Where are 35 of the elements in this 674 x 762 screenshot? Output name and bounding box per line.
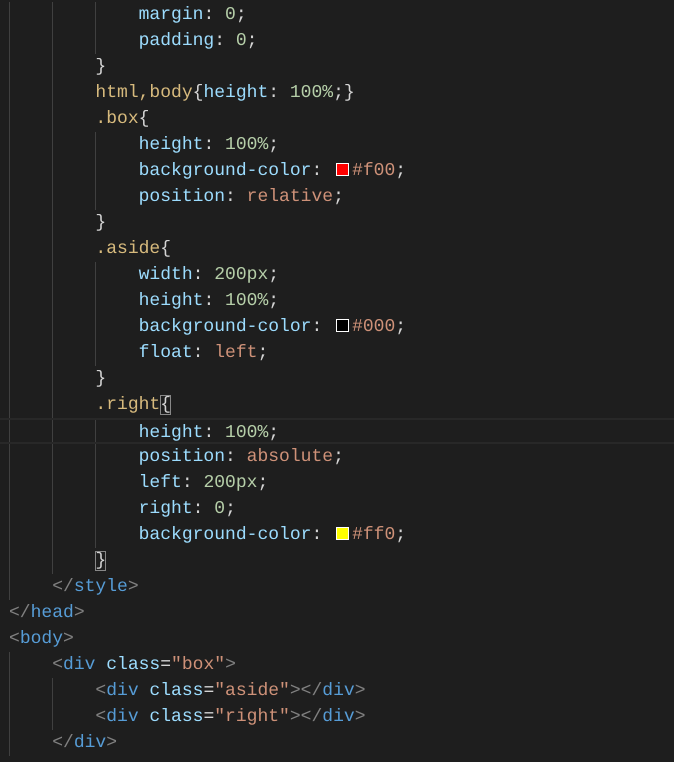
code-text: height: 100%; (138, 423, 280, 443)
code-text: </style> (51, 577, 139, 597)
code-text: background-color: (138, 525, 324, 545)
code-text: padding: 0; (138, 31, 258, 51)
code-text: .box{ (94, 109, 150, 129)
color-swatch[interactable] (336, 319, 350, 332)
code-text: <div class="right"></div> (94, 707, 366, 727)
code-text: position: relative; (138, 187, 344, 207)
code-text: margin: 0; (138, 5, 247, 25)
code-text: </div> (51, 733, 118, 753)
code-text: height: 100%; (138, 291, 280, 311)
code-text: width: 200px; (138, 265, 280, 285)
code-text: height: 100%; (138, 135, 280, 155)
code-text: float: left; (138, 343, 268, 363)
code-text: } (94, 57, 106, 77)
code-text: background-color: (138, 317, 324, 337)
code-text: left: 200px; (138, 473, 268, 493)
code-text: <body> (9, 629, 74, 649)
code-text: } (94, 369, 106, 389)
code-text: } (94, 213, 106, 233)
code-text: background-color: (138, 161, 324, 181)
code-text: html,body{height: 100%;} (94, 83, 355, 103)
code-text: </head> (9, 603, 85, 623)
code-text: .right{ (94, 395, 172, 415)
code-text: <div class="box"> (51, 655, 236, 675)
code-text: <div class="aside"></div> (94, 681, 366, 701)
code-text: position: absolute; (138, 447, 344, 467)
code-text: #ff0; (352, 525, 406, 545)
color-swatch[interactable] (336, 163, 350, 176)
code-text: .aside{ (94, 239, 172, 259)
code-text: } (94, 551, 106, 571)
color-swatch[interactable] (336, 527, 350, 540)
code-text: right: 0; (138, 499, 236, 519)
code-text: #000; (352, 317, 406, 337)
code-text: #f00; (352, 161, 406, 181)
